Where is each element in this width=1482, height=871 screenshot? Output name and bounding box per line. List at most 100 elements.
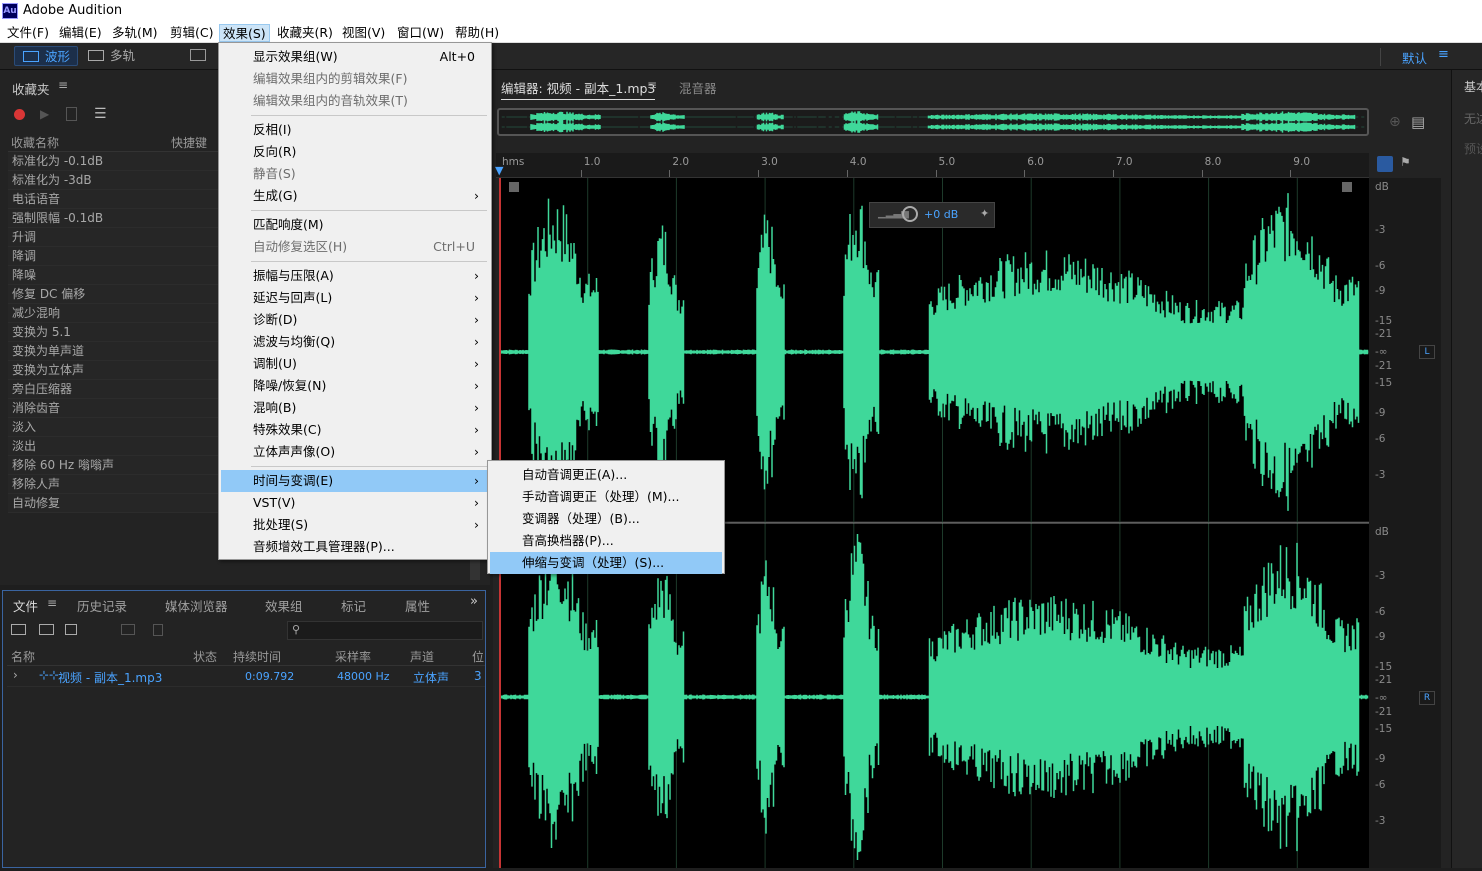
- submenu-item[interactable]: 音高换档器(P)...: [490, 530, 722, 552]
- import-icon[interactable]: [39, 624, 54, 635]
- menu-effects[interactable]: 效果(S): [219, 24, 270, 42]
- effects-menu-item[interactable]: 降噪/恢复(N) ›: [221, 375, 489, 397]
- more-tabs-icon[interactable]: »: [470, 594, 478, 609]
- col-status[interactable]: 状态: [193, 648, 217, 665]
- tab-mixer[interactable]: 混音器: [679, 78, 717, 97]
- effects-menu-item[interactable]: 批处理(S) ›: [221, 514, 489, 536]
- gain-value[interactable]: +0 dB: [924, 208, 958, 221]
- col-channels[interactable]: 声道: [410, 648, 434, 665]
- tab-effects-rack[interactable]: 效果组: [265, 596, 303, 615]
- effects-menu-item[interactable]: 显示效果组(W) Alt+0: [221, 46, 489, 68]
- effects-menu-item[interactable]: 编辑效果组内的音轨效果(T): [221, 90, 489, 112]
- effects-menu-item[interactable]: 立体声声像(O) ›: [221, 441, 489, 463]
- tab-markers[interactable]: 标记: [341, 596, 366, 615]
- workspace-menu-icon[interactable]: ≡: [1438, 47, 1449, 62]
- effects-menu-item[interactable]: 生成(G) ›: [221, 185, 489, 207]
- effects-menu-item[interactable]: 自动修复选区(H) Ctrl+U: [221, 236, 489, 258]
- effects-menu-item[interactable]: 音频增效工具管理器(P)...: [221, 536, 489, 558]
- db-tick-label: -15: [1375, 315, 1393, 327]
- play-icon[interactable]: ▶: [40, 107, 49, 121]
- effects-menu-item[interactable]: 诊断(D) ›: [221, 309, 489, 331]
- expand-icon[interactable]: ›: [13, 668, 18, 682]
- ruler-tick: [1112, 170, 1114, 177]
- delete-icon[interactable]: [66, 107, 77, 121]
- effects-menu-item[interactable]: 滤波与均衡(Q) ›: [221, 331, 489, 353]
- essential-sound-panel: 基本 无达 预设: [1451, 70, 1482, 868]
- db-tick-label: -6: [1375, 433, 1386, 445]
- scrollbar[interactable]: [470, 560, 480, 580]
- spectral-display-icon[interactable]: [190, 49, 206, 61]
- col-bits[interactable]: 位: [472, 648, 484, 665]
- effects-menu-item[interactable]: 延迟与回声(L) ›: [221, 287, 489, 309]
- time-ruler[interactable]: hms 1.0 2.0 3.0 4.0 5.0 6.0 7.0 8.0 9.0 ▼: [495, 153, 1369, 178]
- fade-in-handle[interactable]: [509, 182, 519, 192]
- pin-icon[interactable]: ✦: [980, 207, 989, 220]
- insert-icon[interactable]: [121, 624, 135, 635]
- db-unit-top: dB: [1375, 181, 1389, 193]
- right-panel-title[interactable]: 基本: [1464, 78, 1482, 95]
- effects-menu-item[interactable]: VST(V) ›: [221, 492, 489, 514]
- menu-item-label: 时间与变调(E): [253, 473, 334, 488]
- marker-icon[interactable]: ⚑: [1400, 155, 1411, 169]
- ruler-tick: [1290, 170, 1292, 177]
- effects-menu-item[interactable]: 调制(U) ›: [221, 353, 489, 375]
- menu-window[interactable]: 窗口(W): [394, 24, 447, 42]
- submenu-item[interactable]: 自动音调更正(A)...: [490, 464, 722, 486]
- effects-menu-item[interactable]: 反相(I): [221, 119, 489, 141]
- gain-hud[interactable]: ▁▂▃▅ +0 dB ✦: [869, 202, 995, 228]
- submenu-item[interactable]: 手动音调更正（处理）(M)...: [490, 486, 722, 508]
- workspace-label[interactable]: 默认: [1402, 48, 1427, 67]
- menu-help[interactable]: 帮助(H): [452, 24, 502, 42]
- fade-out-handle[interactable]: [1342, 182, 1352, 192]
- menu-clip[interactable]: 剪辑(C): [167, 24, 216, 42]
- multitrack-mode-button[interactable]: 多轨: [80, 46, 144, 66]
- ruler-tick: [1201, 170, 1203, 177]
- effects-menu-item[interactable]: 匹配响度(M): [221, 214, 489, 236]
- snap-icon[interactable]: [1377, 156, 1393, 172]
- effects-menu-item[interactable]: 混响(B) ›: [221, 397, 489, 419]
- gain-knob-icon[interactable]: [902, 206, 918, 222]
- channel-left-toggle[interactable]: L: [1419, 345, 1435, 359]
- submenu-item[interactable]: 变调器（处理）(B)...: [490, 508, 722, 530]
- tab-editor[interactable]: 编辑器: 视频 - 副本_1.mp3: [501, 78, 656, 100]
- open-folder-icon[interactable]: [11, 624, 26, 635]
- record-icon[interactable]: [14, 109, 25, 120]
- tab-files[interactable]: 文件: [13, 596, 38, 615]
- effects-menu-item[interactable]: 振幅与压限(A) ›: [221, 265, 489, 287]
- tab-media-browser[interactable]: 媒体浏览器: [165, 596, 228, 615]
- submenu-item[interactable]: 伸缩与变调（处理）(S)...: [490, 552, 722, 574]
- channel-right-toggle[interactable]: R: [1419, 691, 1435, 705]
- panel-menu-icon[interactable]: ≡: [47, 596, 57, 610]
- col-fav-name[interactable]: 收藏名称: [11, 134, 59, 151]
- search-input[interactable]: ⚲: [287, 621, 483, 640]
- new-file-icon[interactable]: [65, 624, 77, 635]
- overview-bar[interactable]: [497, 108, 1369, 136]
- effects-menu-item[interactable]: 时间与变调(E) ›: [221, 470, 489, 492]
- panel-menu-icon[interactable]: ≡: [647, 78, 657, 92]
- menu-file[interactable]: 文件(F): [4, 24, 52, 42]
- panel-menu-icon[interactable]: ≡: [58, 78, 68, 92]
- menu-multitrack[interactable]: 多轨(M): [109, 24, 161, 42]
- effects-menu-item[interactable]: 特殊效果(C) ›: [221, 419, 489, 441]
- reorder-icon[interactable]: ☰: [94, 106, 107, 122]
- col-shortcut[interactable]: 快捷键: [171, 134, 207, 151]
- effects-menu-item[interactable]: 编辑效果组内的剪辑效果(F): [221, 68, 489, 90]
- col-name[interactable]: 名称: [11, 648, 35, 665]
- menu-item-label: 反向(R): [253, 144, 297, 159]
- effects-menu-item[interactable]: 反向(R): [221, 141, 489, 163]
- col-samplerate[interactable]: 采样率: [335, 648, 371, 665]
- tab-properties[interactable]: 属性: [405, 596, 430, 615]
- table-row[interactable]: › ⊹⊹ 视频 - 副本_1.mp3 0:09.792 48000 Hz 立体声…: [7, 667, 485, 687]
- tab-history[interactable]: 历史记录: [77, 596, 127, 615]
- menu-view[interactable]: 视图(V): [339, 24, 388, 42]
- waveform-mode-button[interactable]: 波形: [14, 46, 78, 66]
- menu-edit[interactable]: 编辑(E): [56, 24, 105, 42]
- col-duration[interactable]: 持续时间: [233, 648, 281, 665]
- effects-menu-item[interactable]: 静音(S): [221, 163, 489, 185]
- menu-favorites[interactable]: 收藏夹(R): [274, 24, 336, 42]
- list-icon[interactable]: ▤: [1411, 113, 1425, 131]
- db-tick-label: -6: [1375, 779, 1386, 791]
- playhead-icon[interactable]: ▼: [495, 164, 503, 177]
- delete-icon[interactable]: [153, 624, 163, 636]
- zoom-icon[interactable]: ⊕: [1389, 114, 1401, 130]
